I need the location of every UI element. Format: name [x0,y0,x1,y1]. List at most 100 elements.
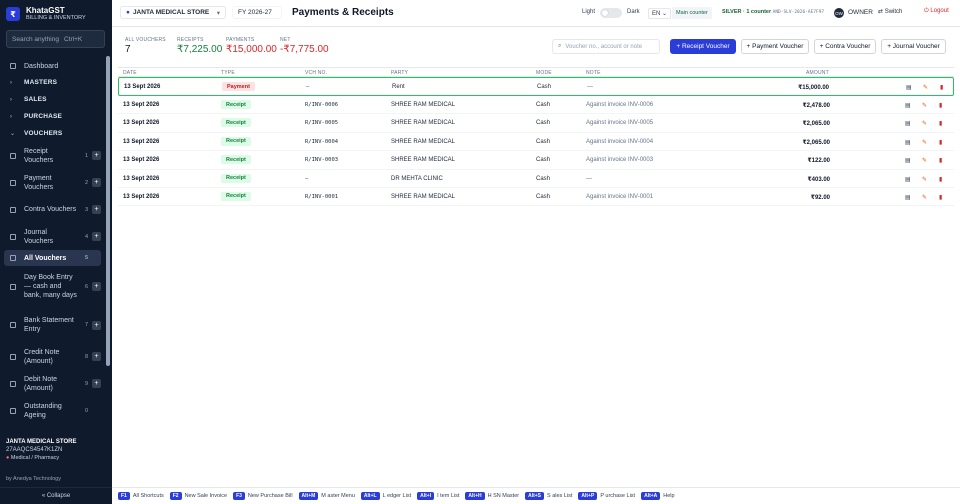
print-icon[interactable]: ▤ [906,84,912,91]
cell-date: 13 Sept 2026 [124,84,161,90]
table-row[interactable]: 13 Sept 2026 Receipt R/INV-0005 SHREE RA… [118,114,954,133]
col-date[interactable]: DATE [123,70,137,76]
shortcut-item[interactable]: F3 New Purchase Bill [233,492,293,500]
shortcut-item[interactable]: Alt+M M aster Menu [298,492,355,500]
nav-icon [10,206,16,213]
edit-icon[interactable]: ✎ [922,157,927,164]
sidebar-item[interactable]: Contra Vouchers 3 + [4,196,101,223]
sidebar-item[interactable]: All Vouchers 5 [4,250,101,266]
delete-icon[interactable]: ▮ [939,139,942,146]
add-journal-voucher-button[interactable]: + Journal Voucher [881,39,946,54]
add-icon[interactable]: + [92,379,101,388]
add-icon[interactable]: + [92,232,101,241]
shortcut-item[interactable]: Alt+A Help [641,492,675,500]
sidebar-item[interactable]: Credit Note (Amount) 8 + [4,343,101,370]
add-payment-voucher-button[interactable]: + Payment Voucher [741,39,809,54]
avatar[interactable]: OW [834,8,844,18]
sidebar-item[interactable]: › SALES [4,91,101,108]
col-party[interactable]: PARTY [391,70,408,76]
col-note[interactable]: NOTE [586,70,601,76]
add-icon[interactable]: + [92,205,101,214]
counter-badge[interactable]: Main counter [672,7,712,19]
table-row[interactable]: 13 Sept 2026 Receipt R/INV-0004 SHREE RA… [118,133,954,152]
add-icon[interactable]: + [92,151,101,160]
language-select[interactable]: EN ⌄ [648,8,672,19]
table-row[interactable]: 13 Sept 2026 Payment — Rent Cash — ₹15,0… [118,77,954,96]
shortcut-item[interactable]: Alt+L L edger List [360,492,411,500]
sidebar-item[interactable]: Outstanding Ageing 0 [4,397,101,424]
delete-icon[interactable]: ▮ [939,102,942,109]
sidebar-item[interactable]: Journal Vouchers 4 + [4,223,101,250]
shortcut-item[interactable]: Alt+I I tem List [417,492,459,500]
sidebar-item[interactable]: Debit Note (Amount) 9 + [4,370,101,397]
add-icon[interactable]: + [92,352,101,361]
delete-icon[interactable]: ▮ [939,176,942,183]
sidebar-item[interactable]: ⌄ VOUCHERS [4,125,101,142]
table-row[interactable]: 13 Sept 2026 Receipt R/INV-0006 SHREE RA… [118,96,954,115]
edit-icon[interactable]: ✎ [923,84,928,91]
table-row[interactable]: 13 Sept 2026 Receipt — DR MEHTA CLINIC C… [118,170,954,188]
col-type[interactable]: TYPE [221,70,235,76]
brand[interactable]: ₹ KhataGST BILLING & INVENTORY [6,6,86,22]
sidebar-item[interactable]: Bank Statement Entry 7 + [4,307,101,343]
add-icon[interactable]: + [92,178,101,187]
shortcut-bar: F1 All Shortcuts F2 New Sale Invoice F3 New P… [112,487,960,504]
sidebar-search-input[interactable]: Search anything Ctrl+K [6,30,105,48]
delete-icon[interactable]: ▮ [939,194,942,201]
sidebar-scrollbar[interactable] [106,56,110,366]
logout-button[interactable]: ⏻ Logout [924,8,949,15]
add-receipt-voucher-button[interactable]: + Receipt Voucher [670,39,736,54]
sidebar-item-label: SALES [24,96,47,103]
print-icon[interactable]: ▤ [905,176,911,183]
sidebar-item[interactable]: Payment Vouchers 2 + [4,169,101,196]
fy-selector[interactable]: FY 2026-27 [232,6,282,19]
nav-icon [10,179,16,186]
voucher-search-input[interactable]: ⌕ Voucher no., account or note [552,39,660,54]
delete-icon[interactable]: ▮ [939,120,942,127]
nav-icon [10,353,16,360]
sidebar-item[interactable]: Receipt Vouchers 1 + [4,142,101,169]
sidebar-item[interactable]: › PURCHASE [4,108,101,125]
shortcut-item[interactable]: F1 All Shortcuts [118,492,164,500]
col-vch[interactable]: VCH NO. [305,70,327,76]
cell-date: 13 Sept 2026 [123,138,160,145]
print-icon[interactable]: ▤ [905,120,911,127]
add-contra-voucher-button[interactable]: + Contra Voucher [814,39,876,54]
edit-icon[interactable]: ✎ [922,176,927,183]
shortcut-item[interactable]: Alt+S S ales List [525,492,572,500]
shortcut-key: Alt+M [298,492,319,500]
sidebar-item-label: VOUCHERS [24,130,63,137]
store-selector[interactable]: ● JANTA MEDICAL STORE ▾ [120,6,226,19]
cell-party: SHREE RAM MEDICAL [391,120,456,127]
type-badge: Receipt [221,191,251,201]
table-row[interactable]: 13 Sept 2026 Receipt R/INV-0001 SHREE RA… [118,188,954,207]
collapse-sidebar-button[interactable]: « Collapse [0,487,112,504]
add-icon[interactable]: + [92,282,101,291]
edit-icon[interactable]: ✎ [922,120,927,127]
stat-value: -₹7,775.00 [280,44,329,55]
edit-icon[interactable]: ✎ [922,194,927,201]
sidebar-item[interactable]: Day Book Entry — cash and bank, many day… [4,266,101,307]
add-icon[interactable]: + [92,320,101,330]
edit-icon[interactable]: ✎ [922,102,927,109]
shortcut-label: All Shortcuts [132,493,164,499]
edit-icon[interactable]: ✎ [922,139,927,146]
print-icon[interactable]: ▤ [905,157,911,164]
sidebar-item[interactable]: Dashboard [4,58,101,74]
shortcut-item[interactable]: Alt+P P urchase List [578,492,635,500]
table-row[interactable]: 13 Sept 2026 Receipt R/INV-0003 SHREE RA… [118,151,954,170]
delete-icon[interactable]: ▮ [939,157,942,164]
shortcut-item[interactable]: Alt+H H SN Master [465,492,519,500]
search-icon: ⌕ [558,43,562,49]
cell-amount: ₹2,478.00 [802,103,830,109]
print-icon[interactable]: ▤ [905,102,911,109]
sidebar-item[interactable]: › MASTERS [4,74,101,91]
shortcut-item[interactable]: F2 New Sale Invoice [169,492,227,500]
switch-button[interactable]: ⇄ Switch [878,8,902,15]
col-mode[interactable]: MODE [536,70,552,76]
print-icon[interactable]: ▤ [905,194,911,201]
print-icon[interactable]: ▤ [905,139,911,146]
theme-toggle[interactable] [600,8,622,18]
delete-icon[interactable]: ▮ [940,84,943,91]
col-amount[interactable]: AMOUNT [806,70,829,76]
